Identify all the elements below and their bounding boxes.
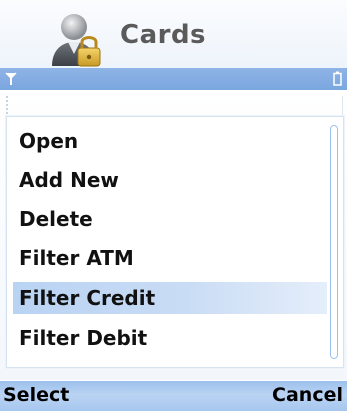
signal-icon — [5, 71, 17, 87]
menu-item-filter-atm[interactable]: Filter ATM — [13, 242, 327, 274]
menu-scrollbar[interactable] — [330, 125, 338, 359]
menu-item-delete[interactable]: Delete — [13, 203, 327, 235]
softkey-bar: Select Cancel — [0, 381, 347, 411]
select-softkey[interactable]: Select — [3, 384, 69, 406]
options-menu: Open Add New Delete Filter ATM Filter Cr… — [6, 116, 344, 368]
menu-item-open[interactable]: Open — [13, 125, 327, 157]
page-title: Cards — [120, 20, 207, 50]
menu-item-add-new[interactable]: Add New — [13, 164, 327, 196]
cancel-softkey[interactable]: Cancel — [272, 384, 343, 406]
menu-item-filter-credit[interactable]: Filter Credit — [13, 282, 327, 314]
user-lock-icon — [44, 2, 108, 72]
phone-screen: Cards Open Add New Delete Filter ATM Fil… — [0, 0, 347, 411]
battery-icon — [333, 71, 342, 86]
menu-item-filter-debit[interactable]: Filter Debit — [13, 322, 327, 354]
status-bar — [0, 68, 347, 90]
title-pane: Cards — [0, 0, 347, 68]
